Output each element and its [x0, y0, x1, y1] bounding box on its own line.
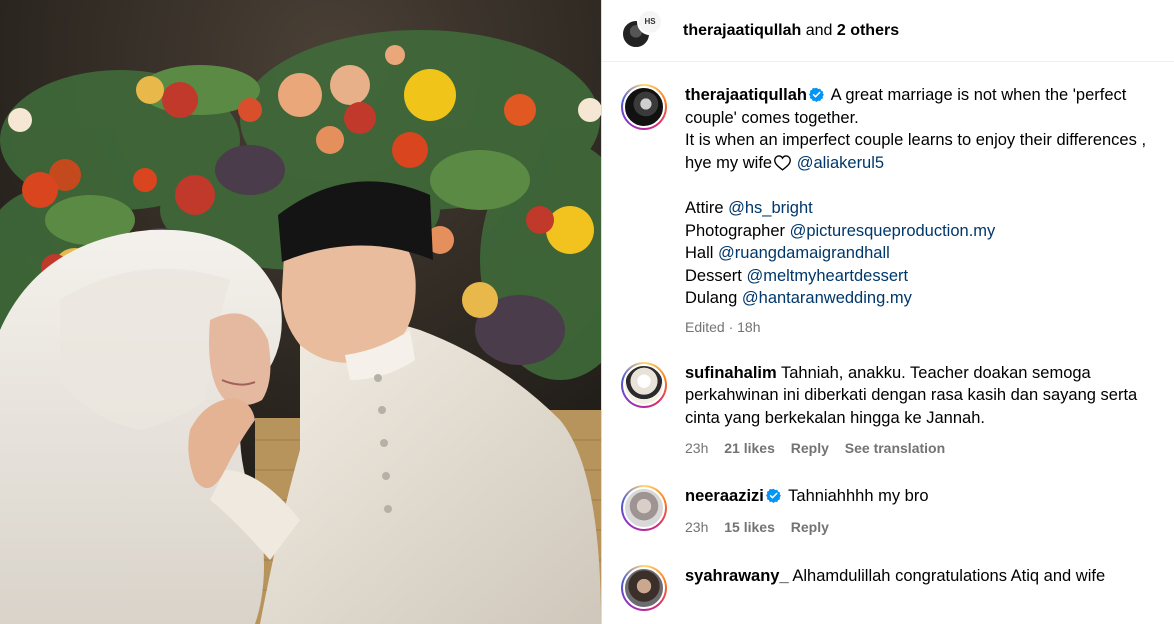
caption-line-2: It is when an imperfect couple learns to… — [685, 131, 1147, 150]
comment-username[interactable]: sufinahalim — [685, 364, 777, 382]
edited-timestamp: Edited · 18h — [685, 318, 761, 335]
comment-likes[interactable]: 15 likes — [724, 519, 775, 535]
mention-link[interactable]: @meltmyheartdessert — [746, 267, 908, 285]
mention-link[interactable]: @picturesqueproduction.my — [790, 222, 996, 240]
see-translation-button[interactable]: See translation — [845, 440, 945, 456]
credit-attire: Attire @hs_bright — [685, 198, 813, 217]
verified-badge-icon — [765, 488, 781, 503]
comment-text: Alhamdulillah congratulations Atiq and w… — [792, 567, 1106, 586]
comment-item: neeraazizi Tahniahhhh my bro 23h 15 like… — [621, 484, 1154, 538]
verified-badge-icon — [808, 87, 824, 102]
reply-button[interactable]: Reply — [791, 440, 829, 456]
comment-meta: 23h 21 likes Reply See translation — [685, 437, 1154, 460]
comment-time: 23h — [685, 518, 709, 535]
comment-content: sufinahalim Tahniah, anakku. Teacher doa… — [685, 362, 1154, 460]
comment-username[interactable]: syahrawany_ — [685, 567, 789, 585]
mention-link[interactable]: @hs_bright — [728, 199, 813, 217]
comment-content: neeraazizi Tahniahhhh my bro 23h 15 like… — [685, 485, 1154, 538]
collab-avatars[interactable]: HS — [621, 8, 665, 53]
heart-outline-icon — [774, 155, 792, 171]
comment-item: sufinahalim Tahniah, anakku. Teacher doa… — [621, 361, 1154, 460]
comment-item: syahrawany_ Alhamdulillah congratulation… — [621, 565, 1154, 612]
comment-avatar[interactable] — [621, 361, 667, 408]
comment-meta: 23h 15 likes Reply — [685, 516, 1154, 539]
others-link[interactable]: 2 others — [837, 22, 899, 39]
comment-text: Tahniahhhh my bro — [788, 486, 929, 505]
post-detail-panel: HS therajaatiqullah and 2 others theraja… — [601, 0, 1174, 624]
comment-likes[interactable]: 21 likes — [724, 440, 775, 456]
caption-text: therajaatiqullah A great marriage is not… — [685, 84, 1154, 339]
credit-dessert: Dessert @meltmyheartdessert — [685, 266, 909, 285]
comment-avatar[interactable] — [621, 565, 667, 612]
post-header: HS therajaatiqullah and 2 others — [602, 0, 1174, 62]
credit-photographer: Photographer @picturesqueproduction.my — [685, 221, 996, 240]
reply-button[interactable]: Reply — [791, 519, 829, 535]
mention-link[interactable]: @hantaranwedding.my — [742, 289, 912, 307]
collab-names: therajaatiqullah and 2 others — [683, 22, 899, 40]
collaborator-avatar[interactable]: HS — [637, 8, 663, 35]
post-body: therajaatiqullah A great marriage is not… — [602, 62, 1174, 612]
post-photo[interactable] — [0, 0, 601, 624]
caption-username[interactable]: therajaatiqullah — [685, 86, 807, 104]
and-text: and — [805, 21, 833, 39]
caption-meta: Edited · 18h — [685, 316, 1154, 339]
comment-avatar[interactable] — [621, 484, 667, 531]
comment-time: 23h — [685, 440, 709, 457]
comment-content: syahrawany_ Alhamdulillah congratulation… — [685, 565, 1154, 588]
wife-mention-link[interactable]: @aliakerul5 — [797, 154, 884, 172]
mention-link[interactable]: @ruangdamaigrandhall — [718, 244, 890, 262]
credit-dulang: Dulang @hantaranwedding.my — [685, 289, 912, 308]
comment-username[interactable]: neeraazizi — [685, 487, 764, 505]
caption-line-3: hye my wife — [685, 153, 773, 172]
caption-avatar[interactable] — [621, 84, 667, 130]
caption: therajaatiqullah A great marriage is not… — [621, 84, 1154, 339]
author-username[interactable]: therajaatiqullah — [683, 22, 801, 39]
credit-hall: Hall @ruangdamaigrandhall — [685, 244, 890, 263]
wedding-photo-image — [0, 0, 601, 624]
